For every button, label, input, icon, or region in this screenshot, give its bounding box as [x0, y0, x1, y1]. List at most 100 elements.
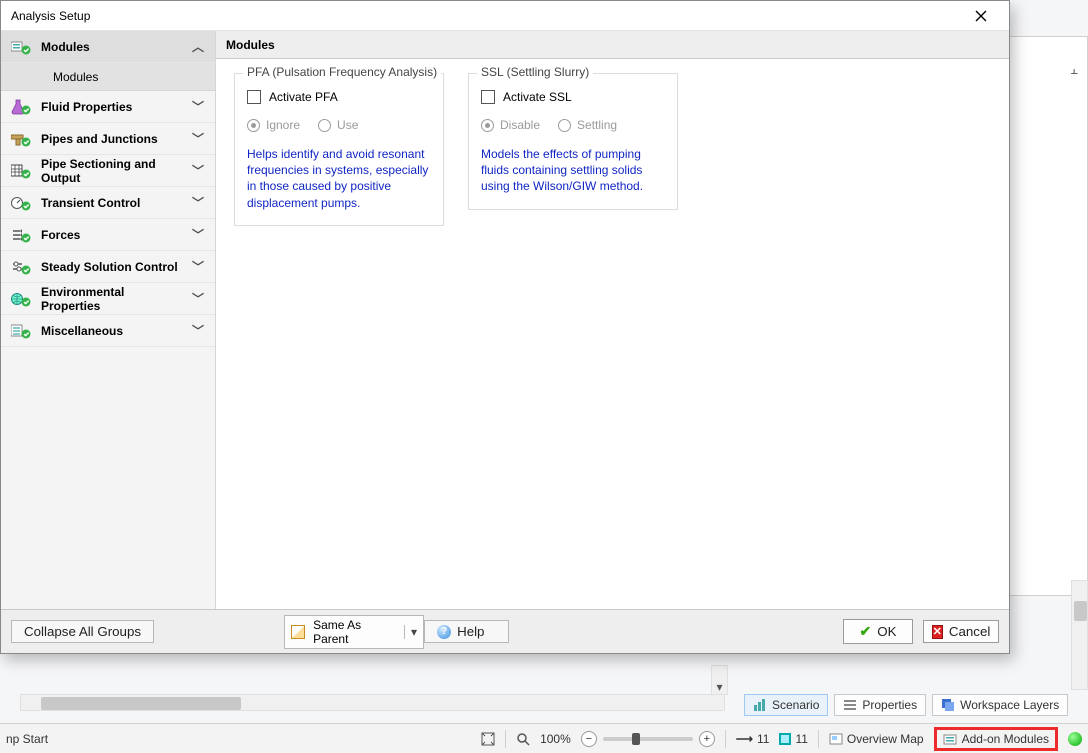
junction-count-chip: 11: [779, 732, 807, 746]
radio-pfa-ignore[interactable]: Ignore: [247, 118, 300, 132]
modules-pane: PFA (Pulsation Frequency Analysis) Activ…: [216, 59, 1009, 609]
chevron-down-icon: ﹀: [191, 98, 205, 115]
properties-icon: [843, 698, 857, 712]
nav-group-fluid-properties[interactable]: Fluid Properties ﹀: [1, 91, 215, 123]
help-button[interactable]: ? Help: [424, 620, 509, 643]
chevron-down-icon: ﹀: [191, 322, 205, 339]
zoom-out-button[interactable]: −: [581, 731, 597, 747]
help-icon: ?: [437, 625, 451, 639]
radio-icon: [558, 119, 571, 132]
nav-label: Pipe Sectioning and Output: [41, 157, 181, 185]
close-button[interactable]: [961, 2, 1001, 30]
map-icon: [829, 732, 843, 746]
button-label: Help: [457, 624, 484, 639]
overview-map-button[interactable]: Overview Map: [829, 732, 924, 746]
checkbox-icon: [481, 90, 495, 104]
list-icon: [11, 323, 31, 339]
radio-icon: [247, 119, 260, 132]
tab-scenario[interactable]: Scenario: [744, 694, 828, 716]
layers-icon: [941, 698, 955, 712]
nav-group-steady-solution[interactable]: Steady Solution Control ﹀: [1, 251, 215, 283]
workspace-hscroll[interactable]: [20, 694, 725, 711]
nav-group-miscellaneous[interactable]: Miscellaneous ﹀: [1, 315, 215, 347]
dialog-title: Analysis Setup: [11, 9, 90, 23]
docked-panel: [1008, 36, 1088, 596]
pfa-radio-group: Ignore Use: [247, 118, 431, 132]
nav-label: Steady Solution Control: [41, 260, 181, 274]
slider-track[interactable]: [603, 737, 693, 741]
status-bar: np Start 100% − + ⟶ 11 11 Overview Map A…: [0, 723, 1088, 753]
chevron-down-icon: ﹀: [191, 162, 205, 179]
nav-label: Fluid Properties: [41, 100, 181, 114]
dropdown-arrow-icon: ▾: [404, 625, 417, 639]
button-label: Cancel: [949, 624, 991, 639]
tab-label: Workspace Layers: [960, 698, 1059, 712]
overview-label: Overview Map: [847, 732, 924, 746]
junction-count: 11: [795, 732, 807, 746]
status-left-text: np Start: [6, 732, 48, 746]
junction-icon: [779, 733, 791, 745]
tab-workspace-layers[interactable]: Workspace Layers: [932, 694, 1068, 716]
checkbox-activate-ssl[interactable]: Activate SSL: [481, 90, 665, 104]
slider-thumb[interactable]: [632, 733, 640, 745]
ok-button[interactable]: ✔ OK: [843, 619, 913, 644]
zoom-slider[interactable]: − +: [581, 731, 715, 747]
globe-icon: [11, 291, 31, 307]
cancel-button[interactable]: ✕ Cancel: [923, 620, 999, 643]
nav-group-pipes-junctions[interactable]: Pipes and Junctions ﹀: [1, 123, 215, 155]
chevron-down-icon: ﹀: [191, 194, 205, 211]
legend-pfa: PFA (Pulsation Frequency Analysis): [243, 65, 441, 79]
button-label: OK: [877, 624, 896, 639]
checkbox-label: Activate PFA: [269, 90, 338, 104]
panel-vscroll[interactable]: [1071, 580, 1088, 690]
pin-icon[interactable]: ⫠: [1070, 62, 1078, 78]
side-tabs: Scenario Properties Workspace Layers: [744, 694, 1068, 716]
nav-group-modules[interactable]: Modules ︿: [1, 31, 215, 63]
pipe-count: 11: [757, 732, 769, 746]
collapse-all-button[interactable]: Collapse All Groups: [11, 620, 154, 643]
nav-group-pipe-sectioning[interactable]: Pipe Sectioning and Output ﹀: [1, 155, 215, 187]
addon-label: Add-on Modules: [962, 732, 1049, 746]
legend-ssl: SSL (Settling Slurry): [477, 65, 593, 79]
radio-label: Use: [337, 118, 358, 132]
chevron-down-icon: ﹀: [191, 290, 205, 307]
cancel-icon: ✕: [932, 625, 943, 639]
radio-label: Ignore: [266, 118, 300, 132]
addon-modules-button[interactable]: Add-on Modules: [934, 727, 1058, 751]
nav-group-forces[interactable]: Forces ﹀: [1, 219, 215, 251]
nav-sub-modules[interactable]: Modules: [1, 63, 215, 91]
grid-icon: [11, 163, 31, 179]
zoom-in-button[interactable]: +: [699, 731, 715, 747]
edit-icon: [291, 625, 305, 639]
checkbox-icon: [247, 90, 261, 104]
radio-ssl-settling[interactable]: Settling: [558, 118, 617, 132]
fit-icon[interactable]: [481, 732, 495, 746]
nav-sub-label: Modules: [53, 70, 98, 84]
pipes-icon: [11, 131, 31, 147]
pfa-description: Helps identify and avoid resonant freque…: [247, 146, 431, 211]
same-as-parent-combo[interactable]: Same As Parent ▾: [284, 615, 424, 649]
tab-properties[interactable]: Properties: [834, 694, 926, 716]
radio-ssl-disable[interactable]: Disable: [481, 118, 540, 132]
checkbox-activate-pfa[interactable]: Activate PFA: [247, 90, 431, 104]
nav-label: Transient Control: [41, 196, 181, 210]
button-label: Collapse All Groups: [24, 624, 141, 639]
chevron-down-icon: ﹀: [191, 226, 205, 243]
tune-icon: [11, 259, 31, 275]
nav-tree: Modules ︿ Modules Fluid Properties ﹀ Pip…: [1, 31, 216, 609]
magnifier-icon[interactable]: [516, 732, 530, 746]
ssl-description: Models the effects of pumping fluids con…: [481, 146, 665, 195]
tab-label: Properties: [862, 698, 917, 712]
nav-label: Environmental Properties: [41, 285, 181, 313]
nav-group-environmental[interactable]: Environmental Properties ﹀: [1, 283, 215, 315]
content-area: Modules PFA (Pulsation Frequency Analysi…: [216, 31, 1009, 609]
radio-pfa-use[interactable]: Use: [318, 118, 358, 132]
pipe-count-chip: ⟶ 11: [736, 732, 770, 746]
nav-group-transient-control[interactable]: Transient Control ﹀: [1, 187, 215, 219]
chevron-up-icon: ︿: [191, 38, 205, 55]
check-icon: ✔: [860, 623, 872, 640]
radio-icon: [318, 119, 331, 132]
analysis-setup-dialog: Analysis Setup Modules ︿ Modules: [0, 0, 1010, 654]
addon-icon: [943, 732, 957, 746]
panel-scroll-down[interactable]: ▾: [711, 665, 728, 695]
